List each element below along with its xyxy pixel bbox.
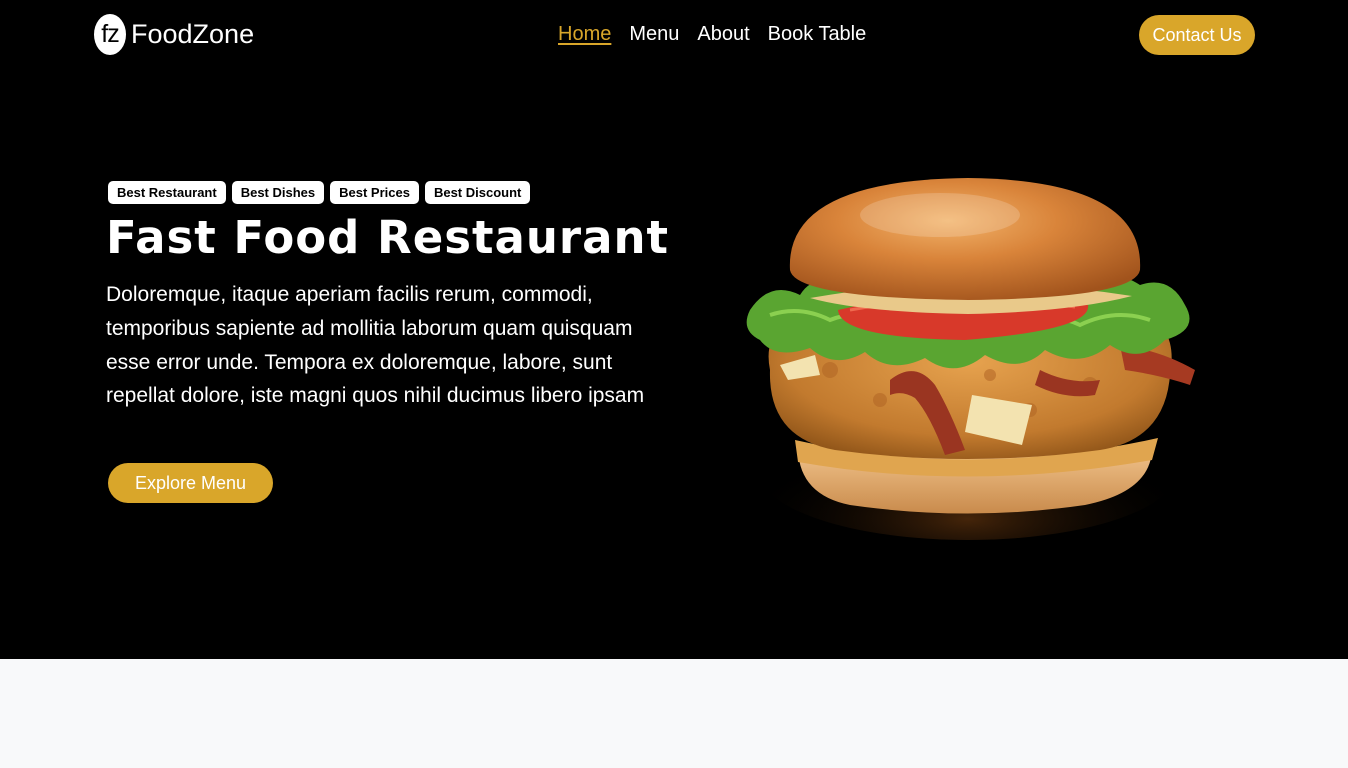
nav-link-home[interactable]: Home [558, 22, 611, 46]
badge-best-restaurant: Best Restaurant [108, 181, 226, 204]
nav-link-about[interactable]: About [697, 22, 749, 46]
brand-name: FoodZone [131, 19, 255, 49]
brand-logo[interactable]: fz FoodZone [94, 14, 254, 55]
feature-badges: Best Restaurant Best Dishes Best Prices … [108, 181, 531, 204]
nav-link-menu[interactable]: Menu [629, 22, 679, 46]
badge-best-discount: Best Discount [424, 181, 531, 204]
explore-menu-button[interactable]: Explore Menu [108, 463, 273, 503]
logo-mark-icon: fz [94, 14, 126, 55]
hero-description: Doloremque, itaque aperiam facilis rerum… [106, 283, 645, 408]
hero-title: Fast Food Restaurant [106, 211, 670, 264]
burger-image [746, 178, 1195, 540]
badge-best-dishes: Best Dishes [231, 181, 325, 204]
main-nav: Home Menu About Book Table [558, 22, 866, 46]
badge-best-prices: Best Prices [330, 181, 419, 204]
nav-link-book-table[interactable]: Book Table [768, 22, 867, 46]
page-background-below-hero [0, 659, 1348, 768]
contact-us-button[interactable]: Contact Us [1139, 15, 1255, 55]
hero-section: fz FoodZone Home Menu About Book Table C… [0, 0, 1348, 659]
